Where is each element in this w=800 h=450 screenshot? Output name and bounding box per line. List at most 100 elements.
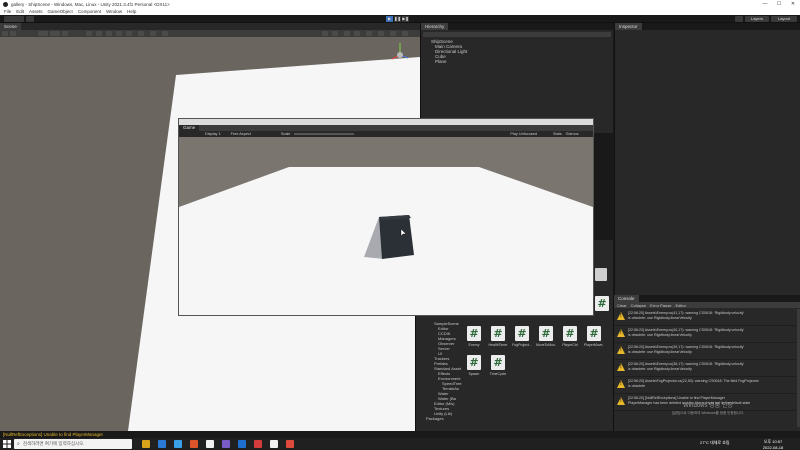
taskbar-app-icon[interactable] [222, 440, 230, 448]
taskbar-app-icon[interactable] [158, 440, 166, 448]
console-collapse-button[interactable]: Collapse [631, 303, 647, 308]
layout-dropdown[interactable]: Layout [771, 16, 797, 22]
display-dropdown[interactable]: Display 1 [205, 132, 221, 136]
scene-tabbar: Scene [0, 23, 420, 30]
tab-console[interactable]: Console [614, 295, 639, 302]
tab-hierarchy[interactable]: Hierarchy [421, 23, 449, 30]
hierarchy-search-input[interactable] [423, 32, 611, 37]
windows-start-icon[interactable] [3, 440, 11, 448]
shading-mode-icon[interactable] [86, 31, 92, 36]
weather-widget[interactable]: 27°C 대체로 흐림 [700, 440, 730, 446]
hierarchy-item-plane[interactable]: Plane [435, 59, 447, 64]
console-entry[interactable]: ! [22:56:20] Assets\Enemy.cs(39,17): war… [614, 343, 796, 360]
tab-inspector[interactable]: Inspector [615, 23, 642, 30]
account-button[interactable] [4, 16, 24, 22]
console-tabstrip: Console [614, 295, 800, 302]
maximize-button[interactable]: ☐ [772, 0, 786, 8]
taskbar-app-icon[interactable] [238, 440, 246, 448]
asset-item[interactable]: # MoveToMou... [536, 326, 556, 347]
pause-button[interactable]: ❚❚ [394, 16, 401, 22]
hidden-objects-icon[interactable] [138, 31, 144, 36]
play-button[interactable]: ▶ [386, 16, 393, 22]
taskbar-search-input[interactable]: ⌕ 검색하려면 여기에 입력하십시오. [14, 439, 132, 449]
console-editor-dropdown[interactable]: Editor [675, 303, 685, 308]
search-icon[interactable] [735, 16, 743, 22]
layers-dropdown[interactable]: Layers [745, 16, 769, 22]
taskbar-app-icon[interactable] [286, 440, 294, 448]
gizmos-button[interactable]: Gizmos [566, 132, 579, 136]
console-entry[interactable]: ! [22:56:20] Assets\Enemy.cs(38,17): war… [614, 360, 796, 377]
asset-item[interactable]: # PlayerMove... [584, 326, 604, 347]
render-icon[interactable] [332, 31, 338, 36]
console-entry[interactable]: ! [22:56:20] Assets\Enemy.cs(41,17): war… [614, 309, 796, 326]
taskbar-app-icon[interactable] [174, 440, 182, 448]
inspector-tabstrip: Inspector [615, 23, 800, 30]
taskbar-app-icon[interactable] [142, 440, 150, 448]
menu-window[interactable]: Window [106, 8, 122, 15]
2d-toggle[interactable] [96, 31, 102, 36]
menu-file[interactable]: File [4, 8, 11, 15]
console-error-pause-button[interactable]: Error Pause [650, 303, 671, 308]
taskbar-app-icon[interactable] [190, 440, 198, 448]
tab-scene[interactable]: Scene [0, 23, 21, 30]
asset-name: PlayerCtrl [562, 343, 578, 347]
tree-item[interactable]: Packages [426, 416, 444, 421]
draw-mode-icon[interactable] [322, 31, 328, 36]
status-bar[interactable]: [NullRefExceptions] Unable to find Playe… [0, 431, 800, 438]
stats-button[interactable]: Stats [553, 132, 562, 136]
console-clear-button[interactable]: Clear [617, 303, 627, 308]
gizmos-dropdown[interactable] [402, 31, 408, 36]
clock[interactable]: 오후 10:57 2022-08-18 [760, 439, 786, 450]
game-cube[interactable] [379, 215, 414, 259]
asset-item[interactable]: # TimeCycle [488, 355, 508, 376]
asset-item[interactable]: # HealthTimer [488, 326, 508, 347]
taskbar-app-icon[interactable] [270, 440, 278, 448]
pivot-toggle[interactable] [38, 31, 48, 36]
audio-icon[interactable] [354, 31, 360, 36]
asset-name: TimeCycle [489, 372, 507, 376]
asset-item[interactable]: # Enemy [464, 326, 484, 347]
menu-component[interactable]: Component [78, 8, 101, 15]
menu-assets[interactable]: Assets [29, 8, 43, 15]
hand-tool-icon[interactable] [2, 31, 8, 36]
lighting-toggle-icon[interactable] [106, 31, 112, 36]
console-entry[interactable]: ! [22:56:20] Assets\Enemy.cs(40,17): war… [614, 326, 796, 343]
gizmos-icon[interactable] [162, 31, 168, 36]
aspect-dropdown[interactable]: Free Aspect [231, 132, 251, 136]
minimize-button[interactable]: — [758, 0, 772, 8]
warning-icon: ! [617, 363, 625, 371]
warning-icon: ! [617, 380, 625, 388]
taskbar-app-icon[interactable] [206, 440, 214, 448]
scale-slider[interactable] [294, 133, 355, 135]
move-tool-icon[interactable] [10, 31, 16, 36]
folder-icon[interactable] [595, 268, 607, 281]
menu-help[interactable]: Help [127, 8, 136, 15]
console-entry[interactable]: ! [22:56:20] Assets\FogProjector.cs(22,5… [614, 377, 796, 394]
taskbar-app-icon[interactable] [254, 440, 262, 448]
asset-item[interactable]: # PlayerCtrl [560, 326, 580, 347]
csharp-script-icon: # [539, 326, 553, 341]
console-entry-text: [22:56:20] Assets\Enemy.cs(40,17): warni… [628, 328, 745, 337]
grid-icon[interactable] [378, 31, 384, 36]
scene-settings-icon[interactable] [366, 31, 372, 36]
asset-item[interactable]: # Spawn [464, 355, 484, 376]
cloud-icon[interactable] [26, 16, 34, 22]
camera-icon[interactable] [390, 31, 396, 36]
step-button[interactable]: ▶❚ [402, 16, 409, 22]
asset-item[interactable]: # FogProject... [512, 326, 532, 347]
game-window: Game Display 1 Free Aspect Scale Play Un… [178, 118, 594, 316]
menu-gameobject[interactable]: GameObject [48, 8, 73, 15]
script-asset[interactable]: # [592, 296, 612, 311]
scene-camera-icon[interactable] [150, 31, 156, 36]
snap-icon[interactable] [62, 31, 68, 36]
asset-name: FogProject... [512, 343, 532, 347]
watermark-subtitle: [설정]으로 이동하여 Windows를 정품 인증합니다. [671, 411, 745, 415]
global-toggle[interactable] [50, 31, 60, 36]
audio-toggle-icon[interactable] [116, 31, 122, 36]
scene-visibility-icon[interactable] [344, 31, 350, 36]
play-mode-dropdown[interactable]: Play Unfocused [510, 132, 537, 136]
menu-edit[interactable]: Edit [16, 8, 24, 15]
close-button[interactable]: ✕ [786, 0, 800, 8]
effects-toggle-icon[interactable] [126, 31, 132, 36]
game-viewport[interactable] [179, 137, 593, 315]
